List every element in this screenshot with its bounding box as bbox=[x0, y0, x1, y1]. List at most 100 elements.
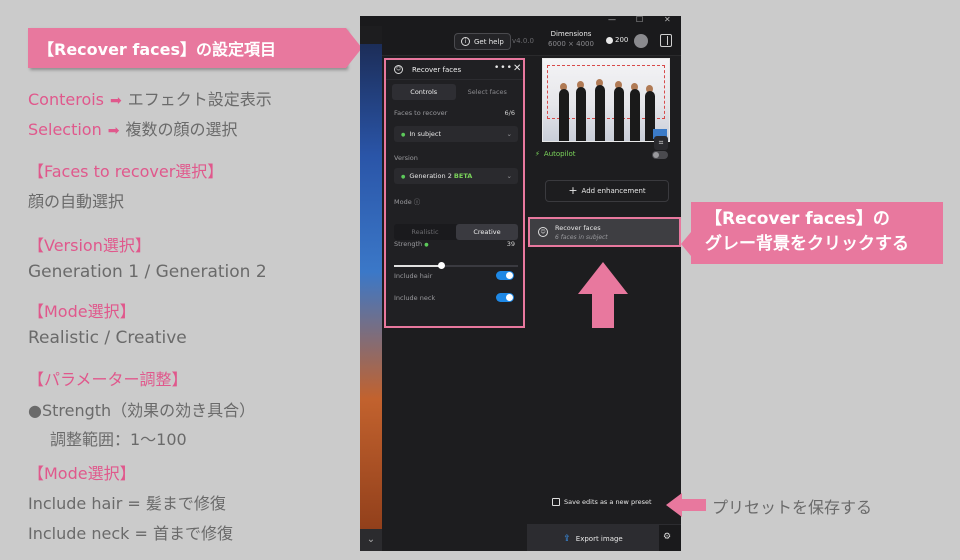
mode-creative-button[interactable]: Creative bbox=[456, 224, 518, 240]
annotation-controls: Conterois ➡ エフェクト設定表示 bbox=[28, 86, 272, 110]
credits-value: 200 bbox=[615, 36, 629, 44]
enhancement-title: Recover faces bbox=[555, 224, 601, 232]
annotation-selection-desc: 複数の顔の選択 bbox=[125, 120, 238, 139]
selected-dot-icon: ● bbox=[401, 174, 406, 180]
person bbox=[614, 87, 624, 141]
annotation-mode2-desc2: Include neck = 首まで修復 bbox=[28, 524, 233, 543]
annotation-title: 【Recover faces】の設定項目 bbox=[28, 28, 346, 68]
close-icon[interactable]: ✕ bbox=[513, 63, 521, 74]
include-neck-label: Include neck bbox=[394, 294, 436, 302]
mode-segmented-control: Realistic Creative bbox=[394, 224, 518, 240]
thumbnail-image[interactable] bbox=[542, 58, 670, 142]
person bbox=[630, 89, 640, 141]
annotation-faces-heading: 【Faces to recover選択】 bbox=[28, 162, 224, 181]
bottom-bar: ⇪ Export image ⚙ bbox=[527, 524, 681, 551]
mode-realistic-button[interactable]: Realistic bbox=[394, 224, 456, 240]
bolt-icon: ⚡ bbox=[535, 150, 540, 158]
annotation-version-heading: 【Version選択】 bbox=[28, 236, 151, 255]
annotation-mode-desc: Realistic / Creative bbox=[28, 328, 187, 348]
annotation-controls-desc: エフェクト設定表示 bbox=[127, 90, 272, 109]
faces-to-recover-value: In subject bbox=[409, 130, 442, 138]
tab-controls[interactable]: Controls bbox=[392, 84, 456, 100]
enhancement-subtitle: 6 faces in subject bbox=[555, 234, 608, 241]
annotation-version-desc: Generation 1 / Generation 2 bbox=[28, 262, 267, 282]
annotation-mode2-desc1: Include hair = 髪まで修復 bbox=[28, 494, 226, 513]
close-window-icon[interactable]: ✕ bbox=[664, 16, 671, 24]
credits-counter: 200 bbox=[606, 36, 628, 44]
get-help-button[interactable]: i Get help bbox=[454, 33, 511, 50]
add-enhancement-button[interactable]: + Add enhancement bbox=[545, 180, 669, 202]
beta-badge: BETA bbox=[453, 172, 473, 180]
tab-select-faces[interactable]: Select faces bbox=[456, 84, 520, 100]
export-image-button[interactable]: ⇪ Export image bbox=[527, 525, 659, 551]
export-image-label: Export image bbox=[575, 534, 623, 543]
version-select[interactable]: ● Generation 2 BETA ⌄ bbox=[394, 168, 518, 184]
annotation-callout: 【Recover faces】の グレー背景をクリックする bbox=[691, 202, 943, 264]
settings-icon[interactable]: ⚙ bbox=[663, 532, 671, 542]
annotation-param-desc1: ●Strength（効果の効き具合） bbox=[28, 401, 256, 420]
annotation-mode-heading: 【Mode選択】 bbox=[28, 302, 136, 321]
more-options-icon[interactable]: ••• bbox=[494, 63, 513, 73]
avatar[interactable] bbox=[634, 34, 648, 48]
app-version: v4.0.0 bbox=[512, 37, 534, 45]
strength-label: Strength ● bbox=[394, 240, 429, 248]
save-icon bbox=[552, 498, 560, 506]
navigator-thumbnail: ⌗ bbox=[540, 56, 681, 150]
person bbox=[595, 85, 605, 141]
annotation-controls-term: Conterois bbox=[28, 90, 105, 109]
annotation-selection-term: Selection bbox=[28, 120, 102, 139]
get-help-label: Get help bbox=[474, 37, 504, 46]
recover-faces-panel-title: Recover faces bbox=[412, 66, 462, 74]
left-arrow-icon bbox=[666, 493, 706, 517]
dimensions-readout: Dimensions 6000 × 4000 bbox=[548, 30, 594, 48]
save-preset-button[interactable]: Save edits as a new preset bbox=[552, 498, 652, 506]
strength-slider[interactable] bbox=[394, 262, 518, 269]
annotation-param-desc2: 調整範囲：1〜100 bbox=[50, 430, 187, 449]
annotation-mode2-heading: 【Mode選択】 bbox=[28, 464, 136, 483]
faces-count: 6/6 bbox=[504, 109, 515, 117]
annotation-save-preset: プリセットを保存する bbox=[712, 498, 873, 517]
chevron-down-icon: ⌄ bbox=[506, 172, 512, 180]
callout-pointer bbox=[681, 232, 691, 256]
recover-faces-tabs: Controls Select faces bbox=[392, 84, 519, 100]
strength-value: 39 bbox=[506, 240, 515, 248]
export-icon: ⇪ bbox=[563, 533, 571, 544]
main-photo-preview: ⌄ bbox=[360, 44, 382, 551]
person bbox=[576, 87, 586, 141]
face-icon: ☺ bbox=[538, 227, 548, 237]
selected-dot-icon: ● bbox=[401, 132, 406, 138]
credits-icon bbox=[606, 36, 613, 44]
chevron-down-icon: ⌄ bbox=[506, 130, 512, 138]
save-preset-label: Save edits as a new preset bbox=[564, 498, 652, 506]
face-icon: ☺ bbox=[394, 65, 403, 74]
strength-slider-handle[interactable] bbox=[438, 262, 446, 269]
app-window: — ☐ ✕ ⌄ i Get help v4.0.0 Dimensions 600… bbox=[360, 16, 681, 551]
annotation-selection: Selection ➡ 複数の顔の選択 bbox=[28, 116, 237, 140]
minimize-icon[interactable]: — bbox=[608, 16, 616, 24]
autopilot-row: ⚡ Autopilot bbox=[535, 150, 576, 158]
faces-to-recover-select[interactable]: ● In subject ⌄ bbox=[394, 126, 518, 142]
dimensions-value: 6000 × 4000 bbox=[548, 40, 594, 48]
maximize-icon[interactable]: ☐ bbox=[636, 16, 643, 24]
callout-line-2: グレー背景をクリックする bbox=[705, 234, 909, 254]
version-label: Version bbox=[394, 154, 418, 162]
chevron-down-icon[interactable]: ⌄ bbox=[360, 529, 382, 551]
include-neck-toggle[interactable] bbox=[496, 293, 514, 302]
autopilot-label: Autopilot bbox=[543, 150, 576, 158]
right-arrow-icon: ➡ bbox=[110, 93, 122, 109]
annotation-faces-desc: 顔の自動選択 bbox=[28, 192, 125, 211]
info-icon: i bbox=[461, 37, 470, 46]
right-arrow-icon: ➡ bbox=[107, 123, 120, 139]
top-toolbar: i Get help v4.0.0 Dimensions 6000 × 4000… bbox=[382, 26, 681, 56]
panel-toggle-icon[interactable] bbox=[660, 34, 672, 47]
include-hair-toggle[interactable] bbox=[496, 271, 514, 280]
crop-icon[interactable]: ⌗ bbox=[654, 136, 668, 150]
modified-dot-icon: ● bbox=[424, 242, 429, 248]
recover-faces-panel-header: ☺ Recover faces ••• ✕ bbox=[386, 60, 523, 80]
autopilot-toggle[interactable] bbox=[652, 151, 668, 159]
recover-faces-enhancement-item[interactable]: ☺ Recover faces 6 faces in subject bbox=[528, 217, 681, 247]
plus-icon: + bbox=[568, 184, 578, 197]
dimensions-label: Dimensions bbox=[550, 30, 592, 38]
window-titlebar: — ☐ ✕ bbox=[360, 16, 681, 26]
strength-slider-fill bbox=[394, 265, 442, 267]
